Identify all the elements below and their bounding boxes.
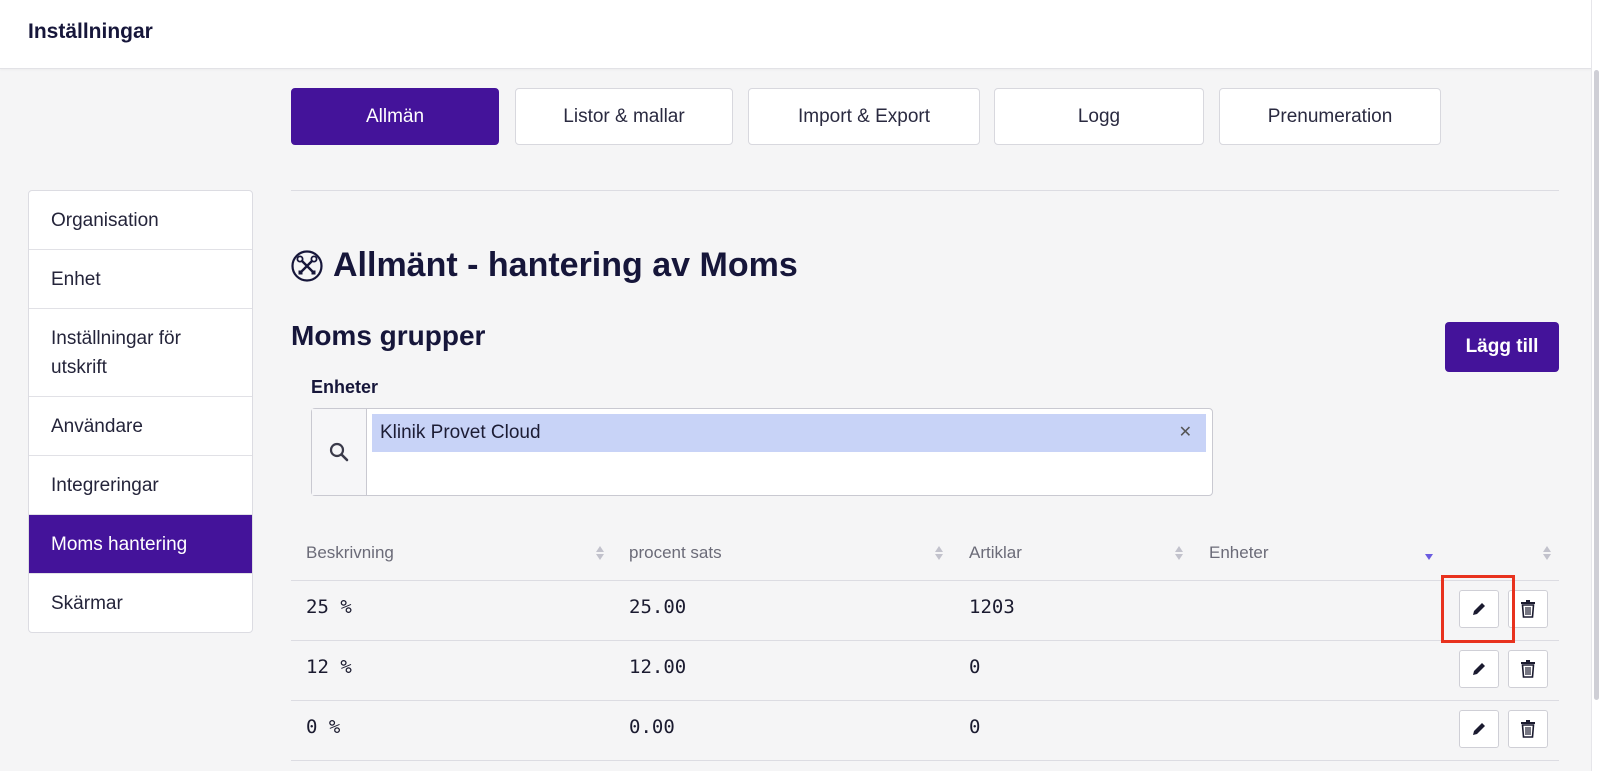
- add-button[interactable]: Lägg till: [1445, 322, 1559, 372]
- row-divider: [291, 580, 1559, 581]
- sort-desc-icon[interactable]: [1424, 543, 1434, 563]
- sidebar-menu: Organisation Enhet Inställningar för uts…: [28, 190, 253, 633]
- column-header-beskrivning[interactable]: Beskrivning: [306, 543, 394, 563]
- sidebar-item-skarmar[interactable]: Skärmar: [29, 574, 252, 632]
- column-header-procent-sats[interactable]: procent sats: [629, 543, 722, 563]
- cell-description: 0 %: [306, 716, 341, 738]
- page-title: Allmänt - hantering av Moms: [291, 246, 798, 285]
- scrollbar-thumb[interactable]: [1594, 70, 1599, 700]
- sidebar-item-organisation[interactable]: Organisation: [29, 191, 252, 250]
- tab-logg[interactable]: Logg: [994, 88, 1204, 145]
- cell-articles: 0: [969, 656, 981, 678]
- edit-button[interactable]: [1459, 710, 1499, 748]
- row-divider: [291, 760, 1559, 761]
- sort-icon[interactable]: [595, 543, 605, 563]
- remove-chip-icon[interactable]: ✕: [1179, 422, 1192, 442]
- sidebar-item-anvandare[interactable]: Användare: [29, 397, 252, 456]
- units-label: Enheter: [311, 377, 379, 397]
- edit-button[interactable]: [1459, 650, 1499, 688]
- row-divider: [291, 700, 1559, 701]
- sidebar-item-integreringar[interactable]: Integreringar: [29, 456, 252, 515]
- sort-icon[interactable]: [1542, 543, 1552, 563]
- column-header-artiklar[interactable]: Artiklar: [969, 543, 1022, 563]
- selected-unit-chip: Klinik Provet Cloud ✕: [372, 414, 1206, 452]
- page-title-text: Allmänt - hantering av Moms: [333, 246, 798, 284]
- sidebar-item-moms-hantering[interactable]: Moms hantering: [29, 515, 252, 574]
- tab-import-export[interactable]: Import & Export: [748, 88, 980, 145]
- sidebar-item-utskrift[interactable]: Inställningar för utskrift: [29, 309, 252, 397]
- trash-icon: [1521, 720, 1535, 738]
- pencil-icon: [1473, 663, 1485, 675]
- tab-allman[interactable]: Allmän: [291, 88, 499, 145]
- sort-icon[interactable]: [1174, 543, 1184, 563]
- tools-icon: [291, 249, 323, 282]
- tabs-divider: [291, 190, 1559, 191]
- tab-listor-mallar[interactable]: Listor & mallar: [515, 88, 733, 145]
- page-header-title: Inställningar: [28, 20, 153, 43]
- units-multiselect[interactable]: Klinik Provet Cloud ✕: [311, 408, 1213, 496]
- section-title: Moms grupper: [291, 320, 486, 351]
- tab-prenumeration[interactable]: Prenumeration: [1219, 88, 1441, 145]
- row-divider: [291, 640, 1559, 641]
- pencil-icon: [1473, 723, 1485, 735]
- cell-description: 12 %: [306, 656, 352, 678]
- cell-description: 25 %: [306, 596, 352, 618]
- trash-icon: [1521, 600, 1535, 618]
- top-bar: Inställningar: [0, 0, 1592, 69]
- search-icon: [312, 409, 367, 495]
- delete-button[interactable]: [1508, 650, 1548, 688]
- page-scrollbar[interactable]: [1591, 0, 1600, 771]
- cell-rate: 25.00: [629, 596, 687, 618]
- selected-unit-label: Klinik Provet Cloud: [380, 422, 541, 443]
- sidebar-item-enhet[interactable]: Enhet: [29, 250, 252, 309]
- delete-button[interactable]: [1508, 710, 1548, 748]
- cell-articles: 1203: [969, 596, 1015, 618]
- cell-rate: 0.00: [629, 716, 675, 738]
- sort-icon[interactable]: [934, 543, 944, 563]
- highlight-box: [1441, 575, 1515, 643]
- cell-articles: 0: [969, 716, 981, 738]
- trash-icon: [1521, 660, 1535, 678]
- column-header-enheter[interactable]: Enheter: [1209, 543, 1269, 563]
- cell-rate: 12.00: [629, 656, 687, 678]
